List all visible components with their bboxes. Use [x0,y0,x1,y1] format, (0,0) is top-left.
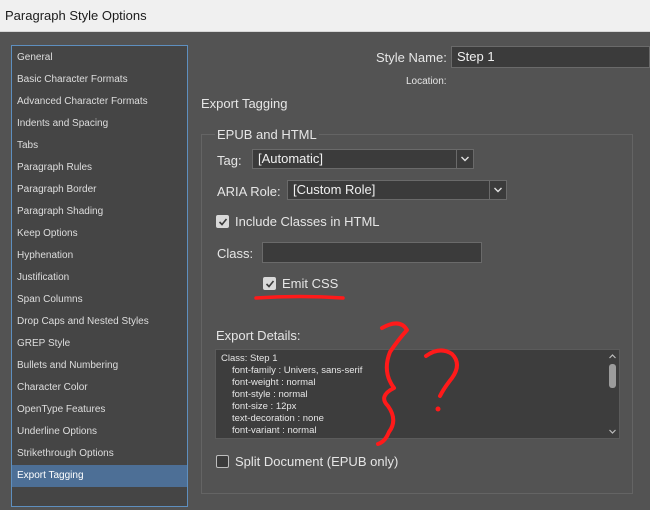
question-mark [424,348,459,398]
red-annotation-overlay [254,294,459,446]
emit-css-underline [254,294,345,300]
curly-brace-mark [376,321,409,446]
question-mark-dot [435,406,441,412]
